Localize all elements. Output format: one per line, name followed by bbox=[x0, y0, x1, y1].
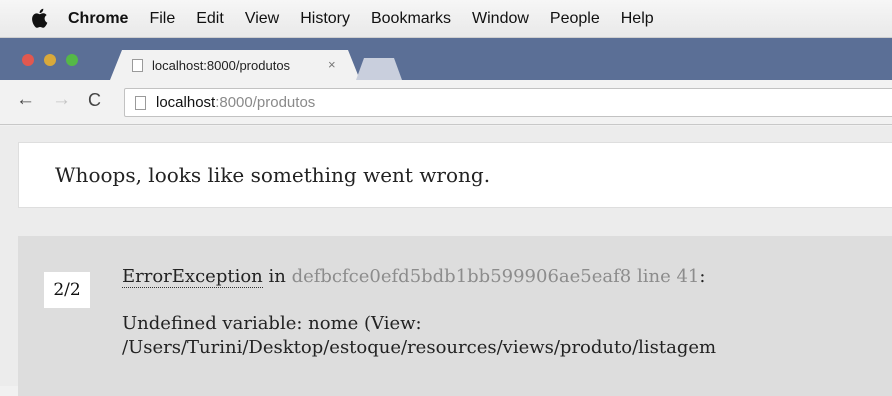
exception-message-line1: Undefined variable: nome (View: bbox=[122, 313, 422, 334]
address-bar[interactable]: localhost :8000/produtos bbox=[124, 88, 892, 117]
exception-line: line 41 bbox=[631, 266, 700, 287]
window-close-button[interactable] bbox=[22, 54, 34, 66]
menu-help[interactable]: Help bbox=[621, 10, 654, 28]
window-maximize-button[interactable] bbox=[66, 54, 78, 66]
menu-file[interactable]: File bbox=[149, 10, 175, 28]
menu-history[interactable]: History bbox=[300, 10, 350, 28]
forward-arrow-icon[interactable]: → bbox=[52, 90, 71, 110]
tab-strip: localhost:8000/produtos × bbox=[0, 38, 892, 80]
error-heading: Whoops, looks like something went wrong. bbox=[55, 163, 491, 187]
tab-title: localhost:8000/produtos bbox=[152, 57, 291, 73]
reload-icon[interactable]: C bbox=[88, 90, 101, 110]
exception-file: defbcfce0efd5bdb1bb599906ae5eaf8 bbox=[291, 266, 632, 287]
menu-edit[interactable]: Edit bbox=[196, 10, 224, 28]
tab-close-icon[interactable]: × bbox=[328, 57, 336, 72]
menu-bookmarks[interactable]: Bookmarks bbox=[371, 10, 451, 28]
page-icon bbox=[135, 95, 146, 110]
menu-window[interactable]: Window bbox=[472, 10, 529, 28]
url-host: localhost bbox=[156, 94, 216, 111]
error-header: Whoops, looks like something went wrong. bbox=[18, 142, 892, 208]
exception-message: Undefined variable: nome (View: /Users/T… bbox=[122, 312, 716, 360]
new-tab-button[interactable] bbox=[356, 58, 402, 80]
menu-app-chrome[interactable]: Chrome bbox=[68, 10, 128, 28]
browser-tab[interactable]: localhost:8000/produtos × bbox=[110, 50, 360, 80]
url-path: :8000/produtos bbox=[215, 94, 316, 111]
exception-title: ErrorException in defbcfce0efd5bdb1bb599… bbox=[122, 266, 706, 288]
menu-view[interactable]: View bbox=[245, 10, 279, 28]
window-minimize-button[interactable] bbox=[44, 54, 56, 66]
menu-people[interactable]: People bbox=[550, 10, 600, 28]
exception-message-line2: /Users/Turini/Desktop/estoque/resources/… bbox=[122, 337, 717, 358]
frame-counter: 2/2 bbox=[44, 272, 90, 308]
exception-class[interactable]: ErrorException bbox=[122, 266, 263, 288]
page-icon bbox=[132, 58, 143, 72]
page-content: Whoops, looks like something went wrong.… bbox=[0, 126, 892, 396]
exception-colon: : bbox=[699, 266, 706, 287]
exception-in: in bbox=[262, 266, 292, 287]
apple-menu-icon[interactable] bbox=[30, 8, 48, 28]
exception-panel: 2/2 ErrorException in defbcfce0efd5bdb1b… bbox=[18, 236, 892, 396]
back-arrow-icon[interactable]: ← bbox=[16, 90, 35, 110]
browser-toolbar: ← → C localhost :8000/produtos bbox=[0, 80, 892, 125]
menu-bar: Chrome File Edit View History Bookmarks … bbox=[0, 0, 892, 38]
